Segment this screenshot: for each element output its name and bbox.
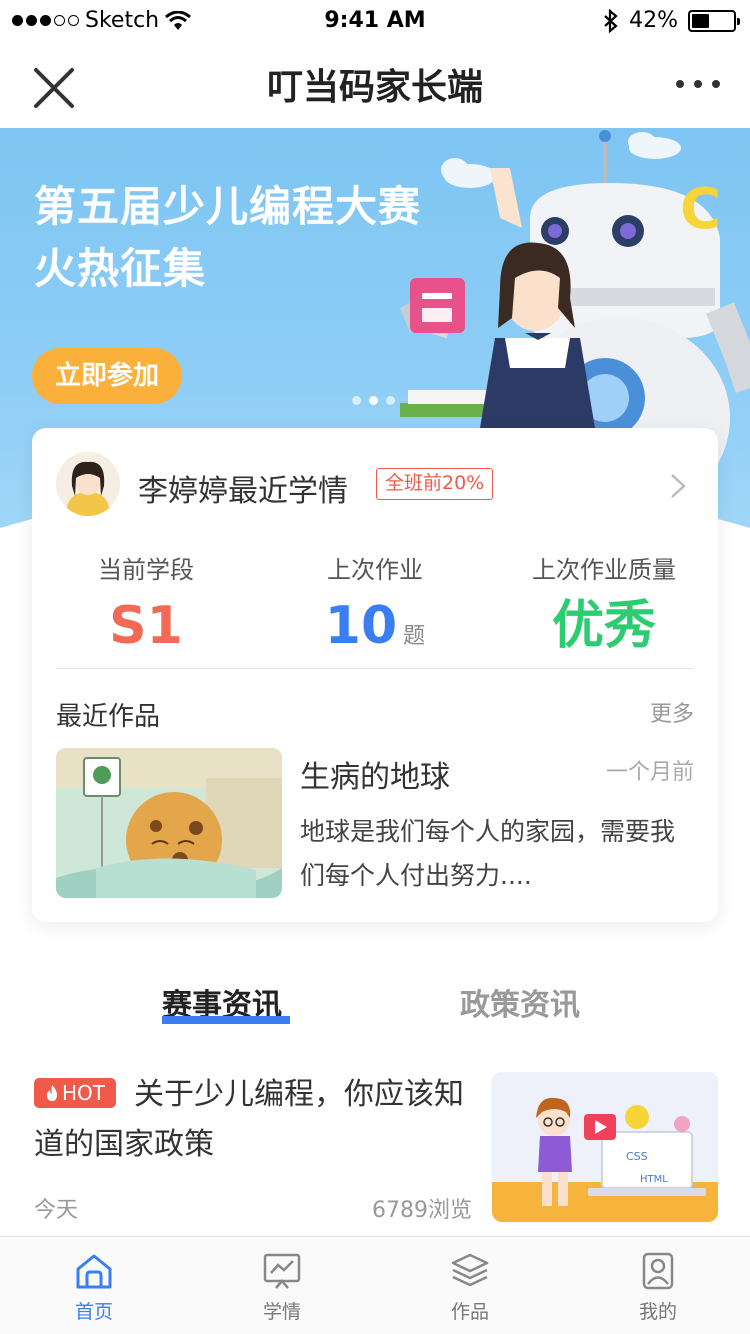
svg-text:CSS: CSS	[626, 1150, 648, 1163]
bottom-tab-bar: 首页 学情 作品 我的	[0, 1236, 750, 1334]
tabbar-item-study[interactable]: 学情	[222, 1251, 342, 1324]
home-icon	[76, 1254, 112, 1289]
carousel-dot[interactable]	[352, 396, 361, 405]
status-bar: Sketch 9:41 AM 42%	[0, 0, 750, 40]
stat-value: 优秀	[551, 596, 656, 656]
stat-label: 上次作业	[327, 556, 423, 584]
hot-badge-label: HOT	[62, 1081, 105, 1105]
nav-bar: 叮当码家长端	[0, 40, 750, 128]
tabbar-item-works[interactable]: 作品	[410, 1251, 530, 1324]
banner-title: 第五届少儿编程大赛 火热征集	[34, 176, 421, 300]
news-thumbnail[interactable]: CSS HTML	[492, 1072, 718, 1222]
tabbar-label: 学情	[262, 1301, 301, 1323]
stat-value: 10 题	[324, 596, 426, 656]
hot-badge: HOT	[34, 1078, 116, 1108]
recent-works-title: 最近作品	[56, 702, 161, 732]
stat-label: 当前学段	[98, 556, 194, 584]
tabbar-item-home[interactable]: 首页	[34, 1251, 154, 1324]
stat-value: S1	[109, 596, 183, 656]
work-description: 地球是我们每个人的家园，需要我们每个人付出努力....	[300, 817, 676, 890]
svg-text:HTML: HTML	[640, 1174, 668, 1185]
tabbar-label: 首页	[74, 1301, 113, 1323]
student-summary-card: 李婷婷最近学情 全班前20% 当前学段 S1 上次作业 10 题 上次作业质量 优…	[32, 428, 718, 922]
carousel-indicator[interactable]	[352, 396, 395, 405]
profile-icon	[642, 1252, 674, 1290]
rank-badge: 全班前20%	[376, 468, 494, 500]
divider	[56, 668, 694, 669]
more-icon[interactable]	[676, 80, 720, 88]
battery-icon	[688, 9, 740, 32]
avatar	[56, 452, 120, 516]
battery-percent: 42%	[629, 8, 678, 33]
tabbar-label: 我的	[638, 1301, 677, 1323]
tabbar-item-mine[interactable]: 我的	[598, 1251, 718, 1324]
chart-icon	[263, 1253, 301, 1289]
work-title[interactable]: 生病的地球	[300, 752, 450, 796]
join-now-button[interactable]: 立即参加	[32, 348, 182, 404]
svg-text:C: C	[680, 177, 721, 242]
work-time: 一个月前	[605, 760, 694, 785]
news-views: 6789浏览	[372, 1198, 472, 1223]
stat-current-level: 当前学段 S1	[32, 550, 260, 657]
stat-label: 上次作业质量	[532, 556, 676, 584]
banner-title-line1: 第五届少儿编程大赛	[34, 182, 422, 231]
bluetooth-icon	[604, 8, 618, 33]
stat-unit: 题	[403, 624, 426, 649]
stat-last-homework: 上次作业 10 题	[261, 550, 489, 668]
news-date: 今天	[34, 1198, 79, 1223]
banner-title-line2: 火热征集	[34, 244, 207, 293]
carousel-dot[interactable]	[369, 396, 378, 405]
student-summary-title: 李婷婷最近学情	[138, 474, 348, 509]
chevron-right-icon[interactable]	[668, 472, 688, 500]
carousel-dot[interactable]	[386, 396, 395, 405]
tabbar-label: 作品	[450, 1301, 489, 1323]
fire-icon	[47, 1085, 57, 1101]
status-right: 42%	[603, 8, 740, 33]
active-tab-indicator	[162, 1016, 290, 1024]
stat-homework-quality: 上次作业质量 优秀	[490, 550, 718, 657]
work-thumbnail[interactable]	[56, 748, 282, 898]
more-works-link[interactable]: 更多	[650, 696, 694, 728]
page-title: 叮当码家长端	[266, 67, 483, 108]
tab-policy-news[interactable]: 政策资讯	[460, 980, 580, 1024]
layers-icon	[451, 1253, 489, 1287]
